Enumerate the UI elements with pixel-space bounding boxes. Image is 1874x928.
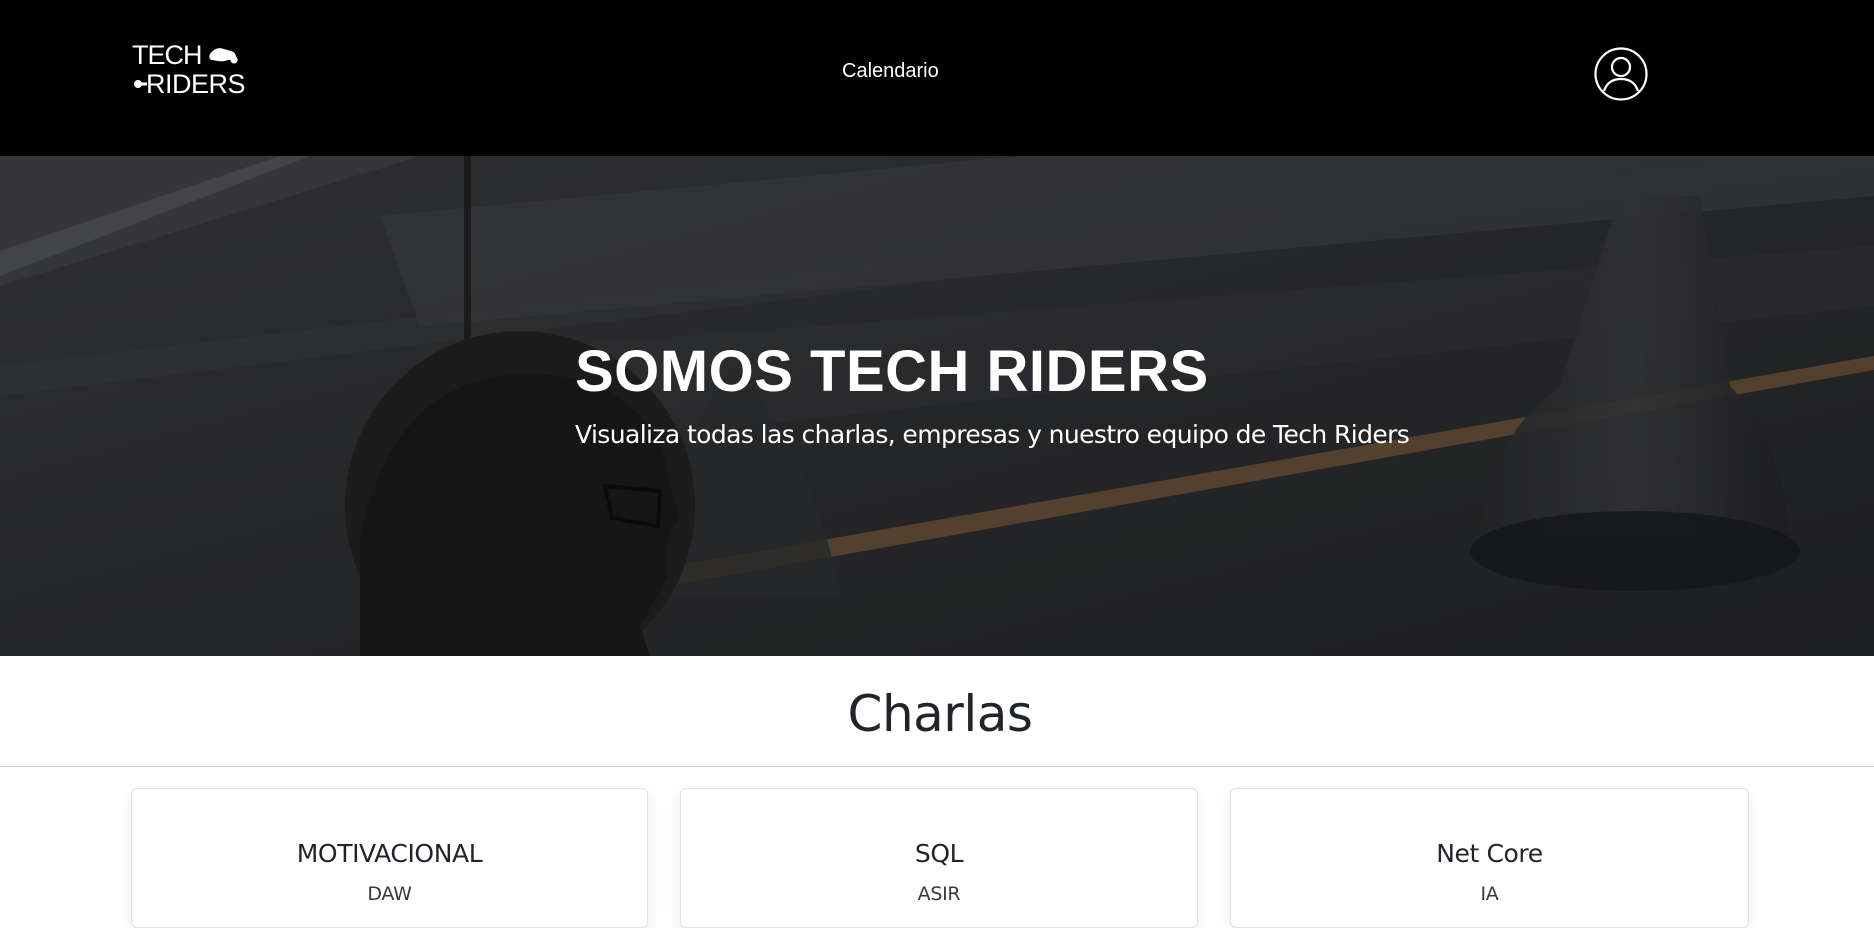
top-navbar: TECH RIDERS Calendario bbox=[0, 0, 1874, 156]
tech-riders-logo[interactable]: TECH RIDERS bbox=[132, 40, 258, 96]
motorbike-icon bbox=[209, 48, 238, 64]
charla-card-title: MOTIVACIONAL bbox=[296, 839, 483, 868]
hero-subtitle: Visualiza todas las charlas, empresas y … bbox=[575, 420, 1410, 449]
section-divider bbox=[0, 766, 1874, 767]
hero-background-image bbox=[0, 156, 1874, 656]
hero-banner: SOMOS TECH RIDERS Visualiza todas las ch… bbox=[0, 156, 1874, 656]
user-circle-icon bbox=[1594, 47, 1648, 101]
hero-title: SOMOS TECH RIDERS bbox=[575, 339, 1209, 404]
charla-card[interactable]: Net Core IA bbox=[1230, 788, 1749, 928]
charla-card-subtitle: IA bbox=[1480, 883, 1499, 905]
logo-dot-icon bbox=[134, 80, 142, 88]
logo-line2: RIDERS bbox=[146, 69, 245, 96]
tech-riders-logo-icon: TECH RIDERS bbox=[132, 40, 246, 96]
charlas-heading: Charlas bbox=[847, 685, 1033, 743]
charla-card-title: SQL bbox=[914, 839, 964, 868]
charla-card[interactable]: MOTIVACIONAL DAW bbox=[131, 788, 648, 928]
charla-card-subtitle: DAW bbox=[367, 883, 412, 905]
user-avatar[interactable] bbox=[1594, 47, 1648, 101]
charla-card[interactable]: SQL ASIR bbox=[680, 788, 1198, 928]
nav-link-calendario[interactable]: Calendario bbox=[842, 60, 939, 83]
charla-card-subtitle: ASIR bbox=[917, 883, 961, 905]
charla-card-title: Net Core bbox=[1436, 839, 1543, 868]
logo-line1: TECH bbox=[132, 40, 202, 70]
